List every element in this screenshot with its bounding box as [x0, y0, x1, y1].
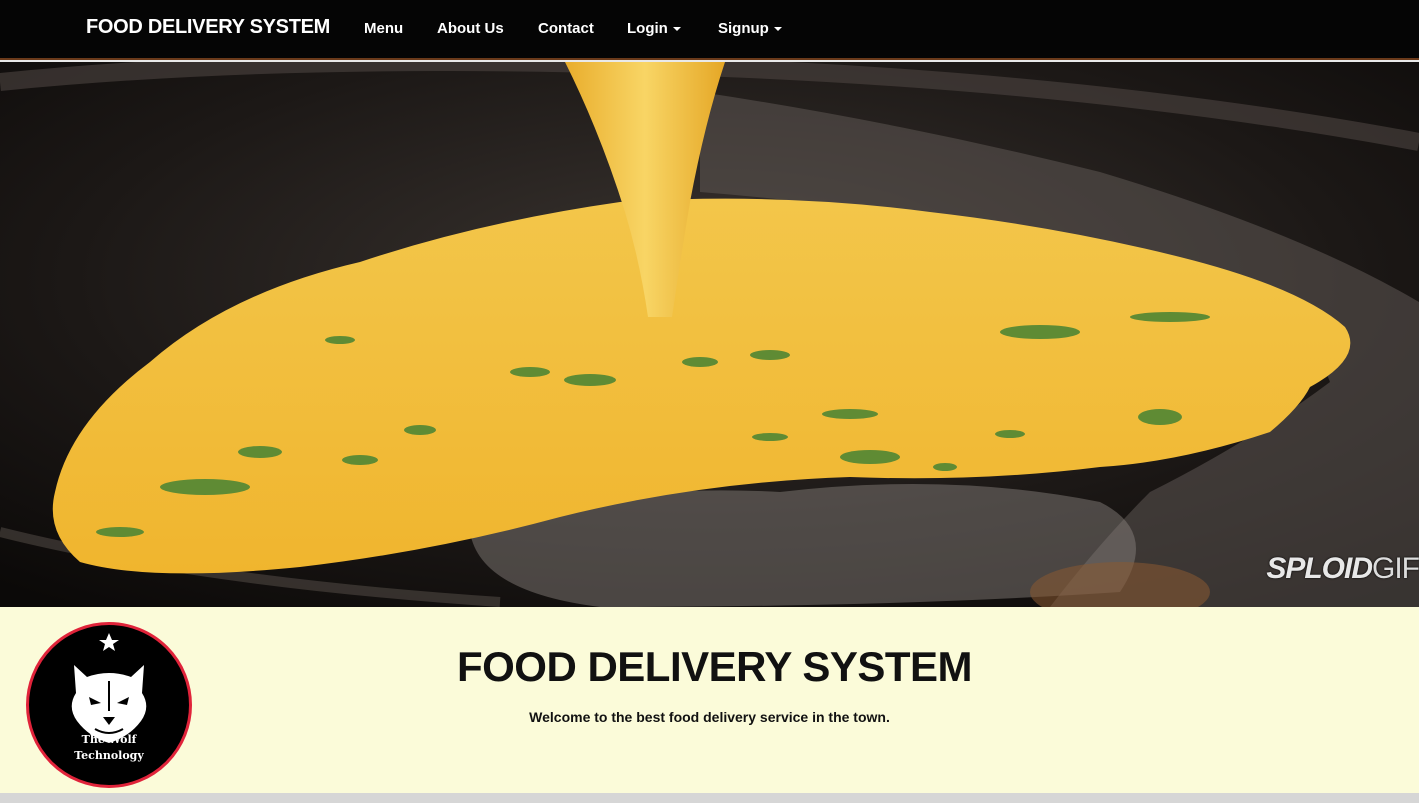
logo-text-line1: The Wolf: [81, 733, 137, 746]
nav-about-us[interactable]: About Us: [437, 20, 504, 37]
sploid-gif-watermark: SPLOIDGIF: [1266, 552, 1419, 585]
nav-login-label: Login: [627, 20, 668, 37]
top-navbar: FOOD DELIVERY SYSTEM Menu About Us Conta…: [0, 0, 1419, 60]
nav-login-dropdown[interactable]: Login: [627, 20, 681, 37]
nav-contact-label: Contact: [538, 20, 594, 37]
nav-menu-label: Menu: [364, 20, 404, 37]
brand-link[interactable]: FOOD DELIVERY SYSTEM: [86, 16, 330, 39]
caret-down-icon: [773, 27, 782, 32]
logo-text-line2: Technology: [74, 749, 144, 762]
nav-menu[interactable]: Menu: [364, 20, 403, 37]
nav-signup-dropdown[interactable]: Signup: [718, 20, 782, 37]
nav-signup-label: Signup: [718, 20, 769, 37]
nav-contact[interactable]: Contact: [538, 20, 594, 37]
omelette-pan-image: [0, 62, 1419, 607]
page-subtitle: Welcome to the best food delivery servic…: [529, 709, 890, 725]
hero-banner: SPLOIDGIF: [0, 62, 1419, 607]
page-title: FOOD DELIVERY SYSTEM: [456, 643, 973, 690]
intro-section: The Wolf Technology FOOD DELIVERY SYSTEM…: [0, 607, 1419, 793]
caret-down-icon: [672, 27, 681, 32]
nav-about-us-label: About Us: [437, 20, 504, 37]
bottom-divider: [0, 793, 1419, 803]
